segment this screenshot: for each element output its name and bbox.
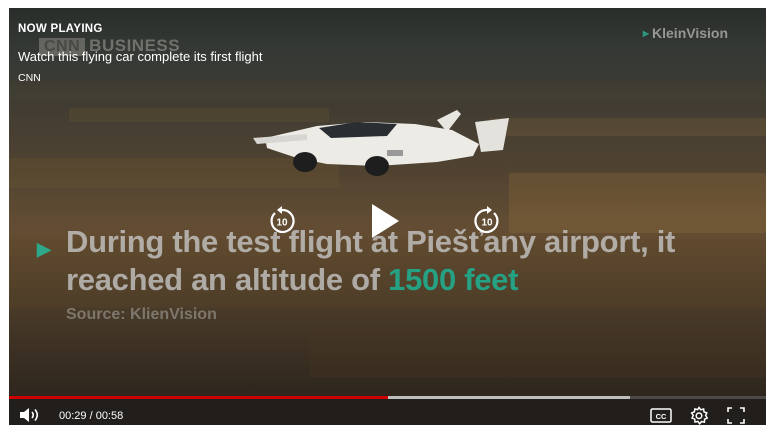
video-title: Watch this flying car complete its first… <box>18 49 263 64</box>
fullscreen-icon <box>727 407 745 424</box>
now-playing-label: NOW PLAYING <box>18 23 103 35</box>
replay-10-button[interactable]: 10 <box>267 206 297 241</box>
control-bar: 00:29 / 00:58 CC <box>9 399 766 425</box>
time-display: 00:29 / 00:58 <box>59 410 124 422</box>
flying-car-image <box>253 110 509 176</box>
forward-10-button[interactable]: 10 <box>472 206 502 241</box>
settings-button[interactable] <box>689 406 709 425</box>
caption-source: Source: KlienVision <box>66 306 217 323</box>
svg-text:10: 10 <box>276 218 288 229</box>
video-caption: ▶ During the test flight at Piešťany air… <box>37 223 675 299</box>
closed-captions-icon: CC <box>650 408 672 423</box>
caption-line-2: reached an altitude of 1500 feet <box>66 262 519 297</box>
caption-bullet-icon: ▶ <box>37 239 51 259</box>
volume-icon <box>20 408 39 422</box>
fullscreen-button[interactable] <box>727 407 745 425</box>
forward-10-icon: 10 <box>474 206 499 234</box>
video-player[interactable]: CNN BUSINESS ▶ KleinVision ▶ During the te… <box>9 8 766 425</box>
closed-captions-button[interactable]: CC <box>650 408 672 425</box>
video-source: CNN <box>18 72 41 84</box>
replay-10-icon: 10 <box>270 206 295 234</box>
kleinvision-watermark: ▶ KleinVision <box>642 25 728 41</box>
caption-line-1: During the test flight at Piešťany airpo… <box>66 224 676 259</box>
svg-text:CC: CC <box>656 412 667 421</box>
play-button[interactable] <box>369 202 401 245</box>
settings-gear-icon <box>690 406 709 425</box>
svg-text:10: 10 <box>481 218 493 229</box>
play-icon <box>372 204 399 238</box>
volume-button[interactable] <box>19 407 45 425</box>
